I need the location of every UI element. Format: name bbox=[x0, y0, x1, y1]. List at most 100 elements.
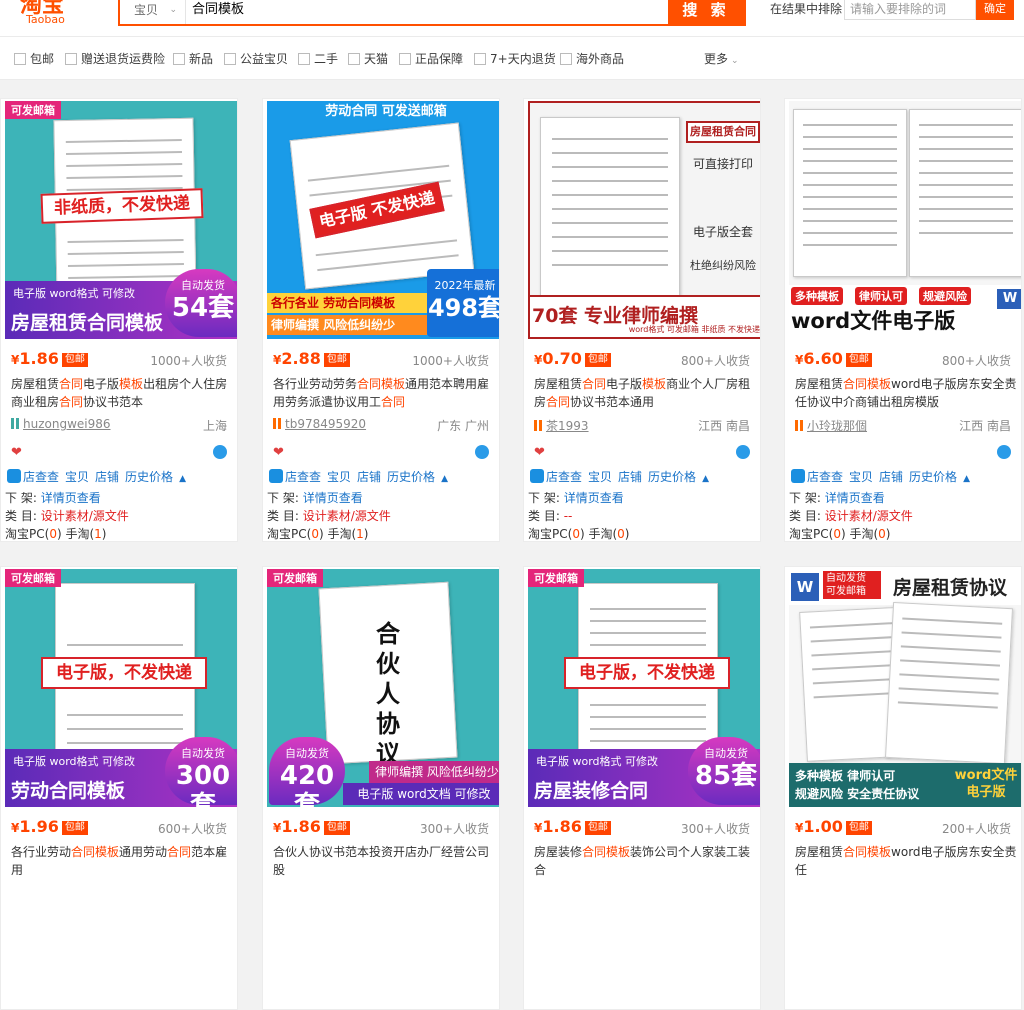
shop-link[interactable]: 茶1993 bbox=[534, 417, 589, 434]
wangwang-chat-icon[interactable] bbox=[736, 445, 750, 459]
price: ¥2.88 包邮 bbox=[273, 349, 350, 368]
product-card[interactable]: 可发邮箱 合伙人协议 律师编撰 风险低纠纷少 电子版 word文档 可修改 自动… bbox=[262, 566, 500, 1010]
heart-icon: ❤ bbox=[11, 445, 22, 460]
meta-xiajia: 下 架: 详情页查看 bbox=[789, 491, 885, 505]
product-card[interactable]: 劳动合同 可发送邮箱 电子版 不发快递 各行各业 劳动合同模板 律师编撰 风险低… bbox=[262, 98, 500, 542]
product-image[interactable]: 可发邮箱 合伙人协议 律师编撰 风险低纠纷少 电子版 word文档 可修改 自动… bbox=[267, 569, 499, 807]
product-card[interactable]: W 自动发货 可发邮箱 房屋租赁协议 多种模板 律师认可 规避风险 安全责任协议… bbox=[784, 566, 1022, 1010]
details-link[interactable]: 详情页查看 bbox=[303, 491, 363, 505]
filter-freight-insurance[interactable]: 赠送退货运费险 bbox=[65, 51, 165, 67]
product-title[interactable]: 房屋装修合同模板装饰公司个人家装工装合 bbox=[534, 843, 756, 879]
checkbox-icon[interactable] bbox=[348, 53, 360, 65]
product-image[interactable]: 劳动合同 可发送邮箱 电子版 不发快递 各行各业 劳动合同模板 律师编撰 风险低… bbox=[267, 101, 499, 339]
more-filters-button[interactable]: 更多 ⌄ bbox=[704, 51, 739, 69]
details-link[interactable]: 详情页查看 bbox=[564, 491, 624, 505]
tool-dianpu[interactable]: 店铺 bbox=[879, 470, 903, 484]
wangwang-chat-icon[interactable] bbox=[213, 445, 227, 459]
checkbox-icon[interactable] bbox=[173, 53, 185, 65]
filter-second-hand[interactable]: 二手 bbox=[298, 51, 338, 67]
category-link[interactable]: 设计素材/源文件 bbox=[303, 509, 391, 523]
product-image[interactable]: 可发邮箱 电子版，不发快递 电子版 word格式 可修改 房屋装修合同 自动发货… bbox=[528, 569, 760, 807]
filter-new[interactable]: 新品 bbox=[173, 51, 213, 67]
category-link[interactable]: 设计素材/源文件 bbox=[41, 509, 129, 523]
taobao-logo[interactable]: 淘宝 Taobao bbox=[20, 0, 80, 30]
product-card[interactable]: 多种模板 律师认可 规避风险 word文件电子版 W ¥6.60 包邮 800+人… bbox=[784, 98, 1022, 542]
checkbox-icon[interactable] bbox=[399, 53, 411, 65]
product-image[interactable]: 可发邮箱 非纸质，不发快递 电子版 word格式 可修改 房屋租赁合同模板 自动… bbox=[5, 101, 237, 339]
meta-counts: 淘宝PC(0) 手淘(0) bbox=[528, 527, 630, 541]
tool-dianpu[interactable]: 店铺 bbox=[357, 470, 381, 484]
tool-baobei[interactable]: 宝贝 bbox=[65, 470, 89, 484]
tool-price-history[interactable]: 历史价格 bbox=[909, 470, 957, 484]
tool-dianchacha[interactable]: 店查查 bbox=[807, 470, 843, 484]
price: ¥1.00 包邮 bbox=[795, 817, 872, 836]
product-image[interactable]: 可发邮箱 电子版，不发快递 电子版 word格式 可修改 劳动合同模板 自动发货… bbox=[5, 569, 237, 807]
product-card[interactable]: 可发邮箱 电子版，不发快递 电子版 word格式 可修改 房屋装修合同 自动发货… bbox=[523, 566, 761, 1010]
image-bottom-band: 70套 专业律师编撰 word格式 可发邮箱 非纸质 不发快递 bbox=[530, 295, 760, 337]
tool-baobei[interactable]: 宝贝 bbox=[588, 470, 612, 484]
product-card[interactable]: 可发邮箱 非纸质，不发快递 电子版 word格式 可修改 房屋租赁合同模板 自动… bbox=[0, 98, 238, 542]
logo-cn: 淘宝 bbox=[20, 0, 65, 18]
filter-overseas[interactable]: 海外商品 bbox=[560, 51, 624, 67]
filter-tmall[interactable]: 天猫 bbox=[348, 51, 388, 67]
filter-7day-return[interactable]: 7+天内退货 bbox=[474, 51, 556, 67]
search-button[interactable]: 搜 索 bbox=[668, 0, 744, 24]
product-image[interactable]: 多种模板 律师认可 规避风险 word文件电子版 W bbox=[789, 101, 1021, 339]
tool-dianpu[interactable]: 店铺 bbox=[618, 470, 642, 484]
wangwang-chat-icon[interactable] bbox=[475, 445, 489, 459]
free-shipping-badge: 包邮 bbox=[61, 353, 88, 367]
product-image[interactable]: 房屋租赁合同 可直接打印 电子版全套 杜绝纠纷风险 70套 专业律师编撰 wor… bbox=[528, 101, 760, 339]
category-link[interactable]: 设计素材/源文件 bbox=[825, 509, 913, 523]
image-title: 房屋租赁协议 bbox=[893, 577, 1008, 599]
image-subtext: 各行各业 劳动合同模板 bbox=[267, 293, 427, 313]
tool-baobei[interactable]: 宝贝 bbox=[849, 470, 873, 484]
tool-dianchacha[interactable]: 店查查 bbox=[23, 470, 59, 484]
details-link[interactable]: 详情页查看 bbox=[825, 491, 885, 505]
tool-price-history[interactable]: 历史价格 bbox=[648, 470, 696, 484]
filter-genuine[interactable]: 正品保障 bbox=[399, 51, 463, 67]
tool-dianpu[interactable]: 店铺 bbox=[95, 470, 119, 484]
product-title[interactable]: 各行业劳动劳务合同模板通用范本聘用雇用劳务派遣协议用工合同 bbox=[273, 375, 495, 411]
product-image[interactable]: W 自动发货 可发邮箱 房屋租赁协议 多种模板 律师认可 规避风险 安全责任协议… bbox=[789, 569, 1021, 807]
triangle-icon: ▲ bbox=[441, 474, 448, 484]
tool-price-history[interactable]: 历史价格 bbox=[125, 470, 173, 484]
heart-icon: ❤ bbox=[534, 445, 545, 460]
product-title[interactable]: 各行业劳动合同模板通用劳动合同范本雇用 bbox=[11, 843, 233, 879]
shop-link[interactable]: 小玲珑那個 bbox=[795, 417, 867, 434]
checkbox-icon[interactable] bbox=[14, 53, 26, 65]
details-link[interactable]: 详情页查看 bbox=[41, 491, 101, 505]
wangwang-chat-icon[interactable] bbox=[997, 445, 1011, 459]
filter-baoyou[interactable]: 包邮 bbox=[14, 51, 54, 67]
category-link[interactable]: -- bbox=[564, 509, 573, 523]
shop-link[interactable]: huzongwei986 bbox=[11, 417, 111, 431]
filter-charity[interactable]: 公益宝贝 bbox=[224, 51, 288, 67]
product-card[interactable]: 可发邮箱 电子版，不发快递 电子版 word格式 可修改 劳动合同模板 自动发货… bbox=[0, 566, 238, 1010]
product-title[interactable]: 合伙人协议书范本投资开店办厂经营公司股 bbox=[273, 843, 495, 879]
search-input[interactable]: 合同模板 bbox=[192, 0, 662, 24]
product-title[interactable]: 房屋租赁合同模板word电子版房东安全责任协议中介商铺出租房模版 bbox=[795, 375, 1017, 411]
checkbox-icon[interactable] bbox=[474, 53, 486, 65]
checkbox-icon[interactable] bbox=[224, 53, 236, 65]
product-title[interactable]: 房屋租赁合同模板word电子版房东安全责任 bbox=[795, 843, 1017, 879]
tool-baobei[interactable]: 宝贝 bbox=[327, 470, 351, 484]
shop-link[interactable]: tb978495920 bbox=[273, 417, 366, 431]
checkbox-icon[interactable] bbox=[298, 53, 310, 65]
image-subtext: word格式 可发邮箱 非纸质 不发快递 bbox=[628, 325, 760, 334]
image-badge: 自动发货 300套 bbox=[165, 737, 237, 807]
tool-dianchacha[interactable]: 店查查 bbox=[546, 470, 582, 484]
product-title[interactable]: 房屋租赁合同电子版模板出租房个人住房商业租房合同协议书范本 bbox=[11, 375, 233, 411]
image-badge: 自动发货 420套 bbox=[269, 737, 345, 807]
image-badge: 自动发货 54套 bbox=[165, 269, 237, 337]
product-title[interactable]: 房屋租赁合同电子版模板商业个人厂房租房合同协议书范本通用 bbox=[534, 375, 756, 411]
image-tag: 房屋租赁合同 bbox=[686, 121, 760, 143]
checkbox-icon[interactable] bbox=[65, 53, 77, 65]
checkbox-icon[interactable] bbox=[560, 53, 572, 65]
exclude-input[interactable]: 请输入要排除的词 bbox=[844, 0, 976, 20]
product-card[interactable]: 房屋租赁合同 可直接打印 电子版全套 杜绝纠纷风险 70套 专业律师编撰 wor… bbox=[523, 98, 761, 542]
exclude-confirm-button[interactable]: 确定 bbox=[976, 0, 1014, 20]
tool-dianchacha[interactable]: 店查查 bbox=[285, 470, 321, 484]
location: 江西 南昌 bbox=[959, 419, 1011, 433]
tool-price-history[interactable]: 历史价格 bbox=[387, 470, 435, 484]
image-tag: 律师认可 bbox=[855, 287, 907, 305]
search-category-select[interactable]: 宝贝 ⌄ bbox=[120, 0, 186, 24]
